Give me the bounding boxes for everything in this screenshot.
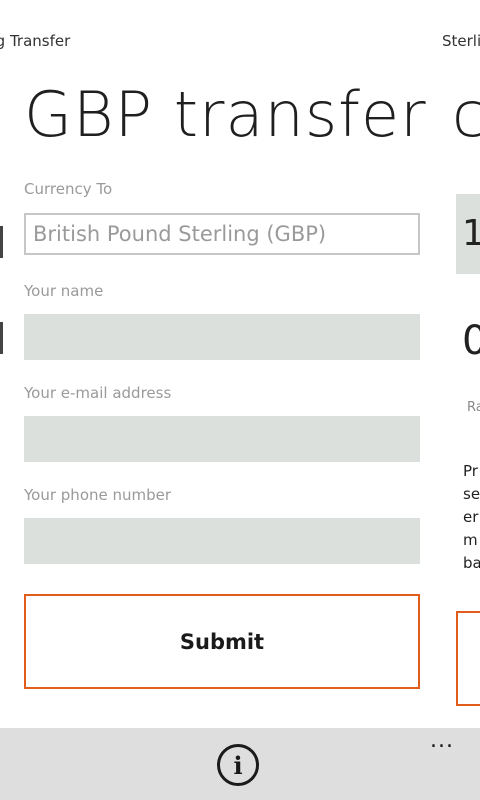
currency-label: Currency To: [24, 180, 113, 198]
more-options-icon[interactable]: ...: [430, 728, 454, 753]
next-section-button[interactable]: [456, 611, 480, 706]
next-section-paragraph: Pr se er m ba: [463, 462, 480, 572]
next-section-heading: c: [452, 78, 480, 151]
next-section-rate-label: Ra: [467, 400, 480, 415]
name-field[interactable]: [24, 314, 420, 360]
info-icon[interactable]: i: [217, 744, 259, 786]
previous-section-edge: [0, 322, 3, 354]
currency-select[interactable]: British Pound Sterling (GBP): [24, 213, 420, 255]
page-title: GBP transfer: [24, 78, 427, 151]
app-bar: i ...: [0, 728, 480, 800]
name-label: Your name: [24, 282, 104, 300]
next-section-amount-field[interactable]: 1: [456, 194, 480, 274]
phone-field[interactable]: [24, 518, 420, 564]
email-label: Your e-mail address: [24, 384, 172, 402]
panorama-title-next: Sterli: [442, 32, 480, 50]
previous-section-edge: [0, 226, 3, 258]
transfer-form: Currency To British Pound Sterling (GBP)…: [24, 178, 420, 564]
next-section-value: 0: [462, 318, 480, 364]
panorama-title: ing Transfer: [0, 32, 71, 50]
submit-button[interactable]: Submit: [24, 594, 420, 689]
app-screen: ing Transfer Sterli r GBP transfer c Cur…: [0, 0, 480, 800]
phone-label: Your phone number: [24, 486, 172, 504]
email-field[interactable]: [24, 416, 420, 462]
